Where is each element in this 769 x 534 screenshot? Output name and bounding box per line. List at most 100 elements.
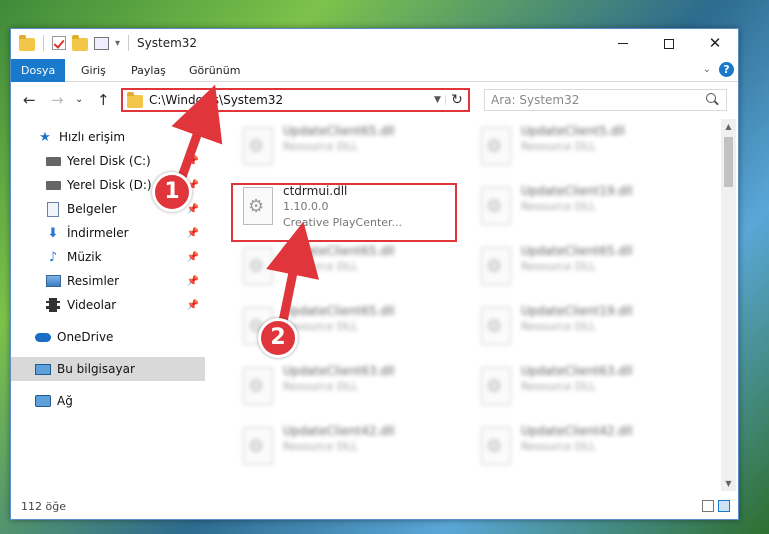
ribbon-controls: ⌄ ? <box>703 62 734 77</box>
file-meta: Resource DLL <box>521 440 596 453</box>
file-name: UpdateClient63.dll <box>283 364 395 378</box>
help-icon[interactable]: ? <box>719 62 734 77</box>
refresh-icon[interactable]: ↻ <box>446 92 468 108</box>
sidebar-item-music[interactable]: ♪ Müzik 📌 <box>11 245 205 269</box>
address-dropdown-icon[interactable]: ▼ <box>430 95 446 105</box>
scroll-thumb[interactable] <box>724 137 733 187</box>
file-item[interactable]: UpdateClient65.dll Resource DLL <box>239 123 469 179</box>
sidebar-item-label: Videolar <box>67 298 117 312</box>
disk-icon <box>45 177 61 193</box>
folder-icon <box>19 34 35 51</box>
sidebar-item-onedrive[interactable]: OneDrive <box>11 325 205 349</box>
dll-file-icon <box>243 127 273 165</box>
separator <box>43 35 44 51</box>
pin-icon[interactable]: 📌 <box>187 300 199 311</box>
tab-home[interactable]: Giriş <box>71 59 116 82</box>
close-button[interactable]: ✕ <box>692 29 738 58</box>
sidebar-item-this-pc[interactable]: Bu bilgisayar <box>11 357 205 381</box>
file-name: UpdateClient42.dll <box>521 424 633 438</box>
file-name: UpdateClient65.dll <box>283 124 395 138</box>
sidebar-item-label: OneDrive <box>57 330 114 344</box>
step-1-badge: 1 <box>152 172 192 212</box>
file-meta: Resource DLL <box>521 380 596 393</box>
title-bar: ▾ System32 ✕ <box>11 29 738 59</box>
file-item[interactable]: UpdateClient63.dll Resource DLL <box>239 363 469 419</box>
recent-dropdown-icon[interactable]: ⌄ <box>75 94 83 105</box>
address-bar[interactable]: C:\Windows\System32 ▼ ↻ <box>121 88 470 112</box>
sidebar-item-label: Belgeler <box>67 202 117 216</box>
pin-icon[interactable]: 📌 <box>187 156 199 167</box>
dll-file-icon <box>481 127 511 165</box>
file-meta: Resource DLL <box>283 380 358 393</box>
cloud-icon <box>35 329 51 345</box>
sidebar-item-label: Ağ <box>57 394 73 408</box>
search-input[interactable]: Ara: System32 <box>484 89 727 111</box>
scroll-down-icon[interactable]: ▼ <box>721 476 736 491</box>
document-icon <box>45 201 61 217</box>
sidebar-item-label: Müzik <box>67 250 102 264</box>
vertical-scrollbar[interactable]: ▲ ▼ <box>721 119 736 491</box>
file-name: UpdateClient19.dll <box>521 304 633 318</box>
dll-file-icon <box>243 367 273 405</box>
dll-file-icon <box>243 247 273 285</box>
properties-check-icon[interactable] <box>52 36 66 50</box>
computer-icon <box>35 361 51 377</box>
forward-arrow-icon[interactable]: → <box>51 91 64 109</box>
file-name: UpdateClient65.dll <box>521 244 633 258</box>
file-meta: Resource DLL <box>521 140 596 153</box>
pin-icon[interactable]: 📌 <box>187 276 199 287</box>
file-name: UpdateClient63.dll <box>521 364 633 378</box>
pin-icon[interactable]: 📌 <box>187 252 199 263</box>
view-options-icon[interactable] <box>94 36 109 50</box>
file-meta: Resource DLL <box>283 440 358 453</box>
sidebar-item-quick-access[interactable]: ★ Hızlı erişim <box>11 125 205 149</box>
sidebar-item-label: Yerel Disk (D:) <box>67 178 152 192</box>
file-item[interactable]: UpdateClient63.dll Resource DLL <box>477 363 707 419</box>
dll-file-icon <box>481 187 511 225</box>
file-item[interactable]: UpdateClient42.dll Resource DLL <box>239 423 469 479</box>
file-item[interactable]: UpdateClient19.dll Resource DLL <box>477 303 707 359</box>
tiles-view-icon[interactable] <box>718 500 730 512</box>
sidebar-item-downloads[interactable]: ⬇ İndirmeler 📌 <box>11 221 205 245</box>
file-name: UpdateClient65.dll <box>283 244 395 258</box>
file-item[interactable]: UpdateClient5.dll Resource DLL <box>477 123 707 179</box>
tab-share[interactable]: Paylaş <box>121 59 176 82</box>
scroll-up-icon[interactable]: ▲ <box>721 119 736 134</box>
dll-file-icon <box>481 367 511 405</box>
tab-file[interactable]: Dosya <box>11 59 66 82</box>
file-item[interactable]: UpdateClient19.dll Resource DLL <box>477 183 707 239</box>
sidebar-item-pictures[interactable]: Resimler 📌 <box>11 269 205 293</box>
tab-view[interactable]: Görünüm <box>179 59 250 82</box>
file-item[interactable]: UpdateClient65.dll Resource DLL <box>239 243 469 299</box>
details-view-icon[interactable] <box>702 500 714 512</box>
file-list: UpdateClient65.dllResource DLL ctdrmui.d… <box>215 119 721 489</box>
file-meta: Resource DLL <box>521 200 596 213</box>
pin-icon[interactable]: 📌 <box>187 228 199 239</box>
sidebar-item-disk-c[interactable]: Yerel Disk (C:) 📌 <box>11 149 205 173</box>
step-2-badge: 2 <box>258 318 298 358</box>
maximize-button[interactable] <box>646 29 692 58</box>
minimize-button[interactable] <box>600 29 646 58</box>
new-folder-icon[interactable] <box>72 34 88 51</box>
sidebar-item-label: Bu bilgisayar <box>57 362 135 376</box>
sidebar-item-network[interactable]: Ağ <box>11 389 205 413</box>
file-item[interactable]: UpdateClient42.dll Resource DLL <box>477 423 707 479</box>
file-item[interactable]: UpdateClient65.dll Resource DLL <box>477 243 707 299</box>
file-meta: Resource DLL <box>521 260 596 273</box>
sidebar-item-videos[interactable]: Videolar 📌 <box>11 293 205 317</box>
sidebar-item-label: Yerel Disk (C:) <box>67 154 151 168</box>
address-path[interactable]: C:\Windows\System32 <box>149 93 430 107</box>
music-icon: ♪ <box>48 249 58 265</box>
customize-dropdown-icon[interactable]: ▾ <box>115 38 120 49</box>
dll-file-icon <box>481 307 511 345</box>
back-arrow-icon[interactable]: ← <box>23 91 36 109</box>
expand-ribbon-icon[interactable]: ⌄ <box>703 64 711 75</box>
ribbon-tabs: Dosya Giriş Paylaş Görünüm ⌄ ? <box>11 59 738 82</box>
download-icon: ⬇ <box>47 225 59 241</box>
caption-buttons: ✕ <box>600 29 738 58</box>
up-arrow-icon[interactable]: ↑ <box>97 91 110 109</box>
folder-icon <box>127 91 143 108</box>
view-switcher <box>702 500 730 512</box>
pin-icon[interactable]: 📌 <box>187 204 199 215</box>
item-count: 112 öğe <box>21 500 66 513</box>
